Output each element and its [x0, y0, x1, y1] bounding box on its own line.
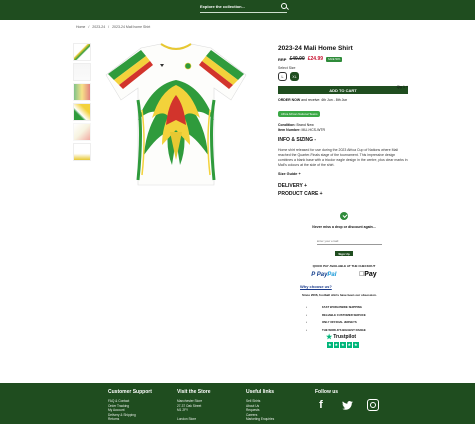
check-icon [340, 212, 348, 220]
usp-text: RELIABLE CUSTOMER SERVICE [322, 312, 366, 317]
newsletter-block: Never miss a drop or discount again... S… [300, 212, 388, 278]
usp-item: FAST WORLDWIDE SHIPPING [306, 305, 388, 309]
shirt-image [105, 43, 247, 186]
footer-link[interactable]: Marketing Enquiries [246, 417, 311, 422]
usp-item: ONLY OFFICIAL JERSEYS [306, 320, 388, 324]
delivery-estimate: ORDER NOW and receive: 4th Jun - 8th Jun [278, 98, 408, 102]
usp-text: FAST WORLDWIDE SHIPPING [322, 305, 362, 309]
footer-customer-support: Customer Support FAQ & Contact Order Tra… [108, 389, 173, 422]
thumbnail-5[interactable] [73, 123, 91, 141]
usp-text: ONLY OFFICIAL JERSEYS [322, 320, 357, 324]
condition-row: Condition: Brand New [278, 123, 408, 127]
discount-badge: SAVE 50% [326, 56, 343, 62]
star-icon: ★ [326, 334, 333, 341]
applepay-text: Pay [362, 271, 376, 278]
search-icon[interactable] [281, 3, 287, 9]
product-description: Home shirt released for use during the 2… [278, 148, 408, 167]
store-line: London Store [177, 417, 197, 421]
usp-item: RELIABLE CUSTOMER SERVICE [306, 313, 388, 317]
breadcrumb-sep: / [88, 25, 90, 29]
footer-useful-links: Useful links Sell Shirts About Us Reques… [246, 389, 311, 422]
paypal-pal: Pal [327, 271, 337, 278]
search-bar[interactable]: Explore the collection... [200, 3, 287, 13]
email-field[interactable] [316, 238, 382, 245]
thumbnail-6[interactable] [73, 143, 91, 161]
footer-follow-us: Follow us f [315, 389, 380, 411]
old-price: £49.99 [289, 56, 305, 62]
payment-logos: P PayPal Pay [300, 271, 388, 278]
thumbnail-1[interactable] [73, 43, 91, 61]
footer-heading: Follow us [315, 389, 339, 395]
facebook-icon[interactable]: f [315, 399, 327, 411]
trustpilot-widget[interactable]: ★ Trustpilot ★ ★ ★ ★ ★ [326, 333, 362, 348]
breadcrumb-home[interactable]: Home [76, 25, 85, 29]
sign-up-button[interactable]: Sign Up [335, 251, 353, 256]
breadcrumb-season[interactable]: 2023-24 [92, 25, 105, 29]
quantity-stepper[interactable]: Qty 1 + [397, 85, 408, 89]
footer-heading: Visit the Store [177, 389, 211, 395]
why-choose-us-heading[interactable]: Why choose us? [300, 284, 332, 289]
select-size-label: Select Size [278, 66, 296, 70]
product-title: 2023-24 Mali Home Shirt [278, 45, 353, 52]
condition-label: Condition: [278, 123, 296, 127]
item-number-row: Item Number: MLI-HCS-WTR [278, 128, 408, 132]
usp-list: FAST WORLDWIDE SHIPPING RELIABLE CUSTOME… [306, 305, 388, 335]
paypal-pay: Pay [316, 271, 328, 278]
breadcrumb: Home / 2023-24 / 2023-24 Mali home Shirt [76, 25, 152, 29]
footer-heading: Customer Support [108, 389, 152, 395]
star-icon: ★ [327, 342, 333, 348]
star-icon: ★ [353, 342, 359, 348]
quick-pay-text: QUICK PAY AVAILABLE AT THE CHECKOUT [312, 264, 376, 268]
since-text: Since 2006, football shirts have been ou… [302, 293, 377, 297]
product-main-image[interactable] [96, 40, 256, 190]
thumbnail-2[interactable] [73, 63, 91, 81]
search-input[interactable]: Explore the collection... [200, 4, 245, 9]
product-info: 2023-24 Mali Home Shirt RRP £49.99 £24.9… [278, 45, 408, 197]
size-option-l[interactable]: L [278, 72, 287, 81]
breadcrumb-current: 2023-24 Mali home Shirt [112, 25, 151, 29]
condition-value: Brand New [296, 123, 314, 127]
newsletter-heading: Never miss a drop or discount again... [312, 225, 376, 229]
size-selector: L XL [278, 72, 408, 81]
product-care-toggle[interactable]: PRODUCT CARE + [278, 191, 408, 197]
usp-text: THE WORLD'S BIGGEST RANGE [322, 327, 366, 332]
footer-visit-store: Visit the Store Manchester Store 27-37 O… [177, 389, 242, 422]
item-number-label: Item Number: [278, 128, 301, 132]
instagram-icon[interactable] [367, 399, 379, 411]
thumbnail-4[interactable] [73, 103, 91, 121]
apple-pay-logo: Pay [359, 271, 377, 278]
item-number-value: MLI-HCS-WTR [301, 128, 326, 132]
order-now-label: ORDER NOW [278, 98, 301, 102]
thumbnail-3[interactable] [73, 83, 91, 101]
delivery-toggle[interactable]: DELIVERY + [278, 183, 408, 189]
category-badge[interactable]: Africa African National Teams [278, 111, 321, 117]
breadcrumb-sep: / [108, 25, 110, 29]
top-header: Explore the collection... [0, 0, 475, 20]
paypal-logo: P PayPal [311, 271, 337, 278]
star-icon: ★ [346, 342, 352, 348]
footer-link[interactable]: Returns [108, 417, 173, 422]
social-links: f [315, 399, 380, 411]
info-sizing-toggle[interactable]: INFO & SIZING - [278, 137, 408, 143]
star-icon: ★ [333, 342, 339, 348]
size-guide-toggle[interactable]: Size Guide + [278, 172, 408, 176]
add-to-cart-button[interactable]: ADD TO CART [278, 86, 408, 94]
star-icon: ★ [340, 342, 346, 348]
thumbnail-list [73, 43, 91, 163]
usp-item: THE WORLD'S BIGGEST RANGE [306, 328, 388, 332]
footer-heading: Useful links [246, 389, 275, 395]
sale-price: £24.99 [307, 56, 324, 62]
order-now-text: and receive: 4th Jun - 8th Jun [300, 98, 348, 102]
footer: Customer Support FAQ & Contact Order Tra… [0, 383, 475, 424]
price-row: RRP £49.99 £24.99 SAVE 50% [278, 56, 408, 62]
trustpilot-name: Trustpilot [333, 334, 357, 340]
trustpilot-logo: ★ Trustpilot [326, 333, 362, 341]
rating-stars: ★ ★ ★ ★ ★ [327, 342, 362, 348]
rrp-label: RRP [278, 56, 287, 62]
twitter-icon[interactable] [341, 399, 353, 411]
size-option-xl[interactable]: XL [290, 72, 299, 81]
